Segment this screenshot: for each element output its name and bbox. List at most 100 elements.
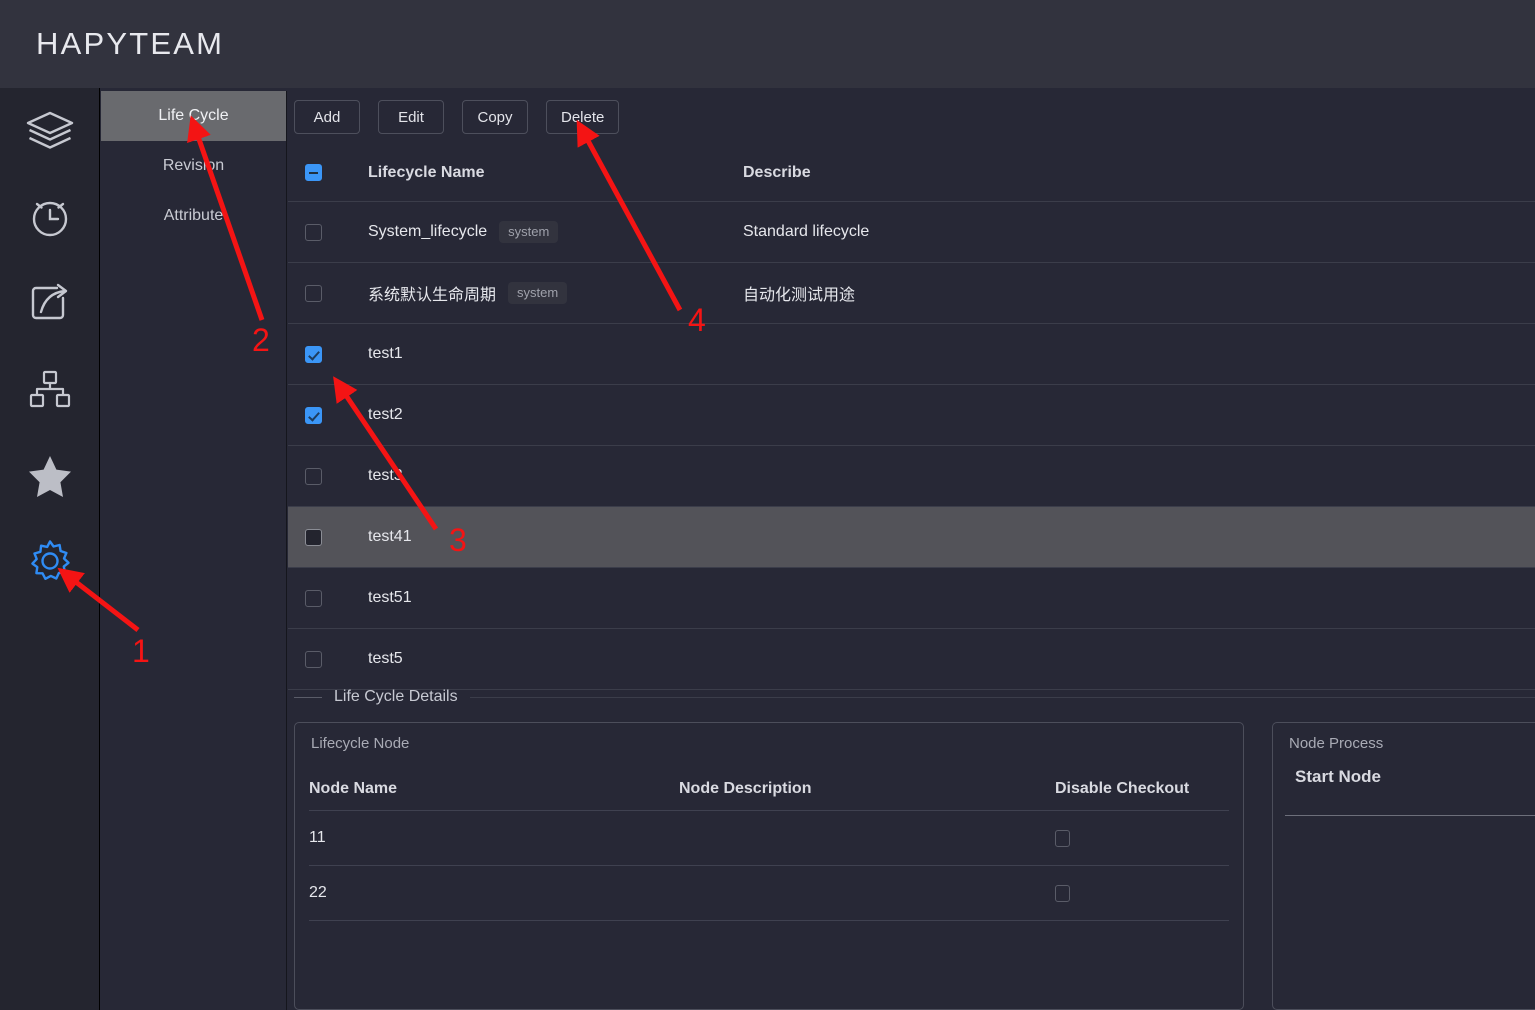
row-checkbox-cell bbox=[288, 345, 368, 363]
lifecycle-table: Lifecycle Name Describe System_lifecycle… bbox=[288, 144, 1535, 690]
node-process-panel: Node Process Start Node bbox=[1272, 722, 1535, 1010]
lifecycle-node-caption: Lifecycle Node bbox=[311, 735, 410, 752]
delete-button[interactable]: Delete bbox=[546, 100, 620, 134]
row-checkbox-test3[interactable] bbox=[305, 467, 322, 485]
table-row[interactable]: test3 bbox=[288, 446, 1535, 507]
lifecycle-toolbar: Add Edit Copy Delete bbox=[294, 100, 620, 134]
sitemap-icon bbox=[27, 367, 73, 411]
node-table-row[interactable]: 22 bbox=[309, 866, 1229, 921]
rail-item-history[interactable] bbox=[0, 174, 100, 260]
system-tag: system bbox=[499, 220, 559, 244]
node-table-row[interactable]: 11 bbox=[309, 811, 1229, 866]
lifecycle-name-text: test1 bbox=[368, 345, 403, 362]
lifecycle-name-text: test41 bbox=[368, 528, 412, 545]
subnav-label-attribute: Attribute bbox=[163, 207, 224, 224]
cell-node-name: 22 bbox=[309, 884, 327, 901]
table-row[interactable]: test2 bbox=[288, 385, 1535, 446]
rail-item-layers[interactable] bbox=[0, 88, 100, 174]
clock-icon bbox=[27, 194, 73, 240]
rail-item-favorites[interactable] bbox=[0, 432, 100, 518]
left-icon-rail bbox=[0, 88, 100, 1010]
row-checkbox-cell bbox=[288, 284, 368, 302]
annotation-label-4: 4 bbox=[688, 302, 706, 338]
table-row[interactable]: test51 bbox=[288, 568, 1535, 629]
row-checkbox-test5[interactable] bbox=[305, 650, 322, 668]
edit-button[interactable]: Edit bbox=[378, 100, 444, 134]
gear-icon bbox=[26, 537, 74, 585]
row-checkbox-system-lifecycle[interactable] bbox=[305, 223, 322, 241]
header-checkbox-cell bbox=[288, 164, 368, 181]
lifecycle-name-text: test5 bbox=[368, 650, 403, 667]
legend-rule bbox=[469, 696, 1535, 698]
subnav-item-revision[interactable]: Revision bbox=[101, 141, 286, 191]
rail-item-settings[interactable] bbox=[0, 518, 100, 604]
row-checkbox-test2[interactable] bbox=[305, 406, 322, 424]
table-header-row: Lifecycle Name Describe bbox=[288, 144, 1535, 202]
lifecycle-name-text: System_lifecycle bbox=[368, 222, 488, 240]
cell-disable-checkout bbox=[1051, 829, 1229, 847]
column-header-disable-checkout: Disable Checkout bbox=[1055, 779, 1190, 797]
cell-lifecycle-name: System_lifecycle system bbox=[368, 220, 743, 244]
lifecycle-name-text: test2 bbox=[368, 406, 403, 423]
row-checkbox-default-lifecycle[interactable] bbox=[305, 284, 322, 302]
app-root: HAPYTEAM Life Cycle Revision Attribute A… bbox=[0, 0, 1535, 1010]
subnav-item-life-cycle[interactable]: Life Cycle bbox=[101, 91, 286, 141]
legend-dash bbox=[294, 696, 322, 698]
cell-lifecycle-name: test41 bbox=[368, 528, 743, 546]
life-cycle-details-section: Life Cycle Details Lifecycle Node Node N… bbox=[288, 680, 1535, 1010]
cell-disable-checkout bbox=[1051, 884, 1229, 902]
row-checkbox-test41[interactable] bbox=[305, 528, 322, 546]
row-checkbox-test51[interactable] bbox=[305, 589, 322, 607]
lifecycle-node-panel: Lifecycle Node Node Name Node Descriptio… bbox=[294, 722, 1244, 1010]
subnav-label-revision: Revision bbox=[162, 157, 225, 174]
column-header-node-name: Node Name bbox=[309, 779, 398, 797]
table-row[interactable]: System_lifecycle system Standard lifecyc… bbox=[288, 202, 1535, 263]
subnav-label-life-cycle: Life Cycle bbox=[158, 107, 229, 124]
lifecycle-node-table: Node Name Node Description Disable Check… bbox=[309, 767, 1229, 921]
row-checkbox-cell bbox=[288, 528, 368, 546]
node-process-divider bbox=[1285, 815, 1535, 816]
cell-lifecycle-name: test1 bbox=[368, 345, 743, 363]
cell-describe: 自动化测试用途 bbox=[743, 287, 856, 304]
rail-item-structure[interactable] bbox=[0, 346, 100, 432]
row-checkbox-cell bbox=[288, 650, 368, 668]
lifecycle-name-text: test3 bbox=[368, 467, 403, 484]
table-row[interactable]: test1 bbox=[288, 324, 1535, 385]
lifecycle-name-text: test51 bbox=[368, 589, 412, 606]
cell-lifecycle-name: test51 bbox=[368, 589, 743, 607]
disable-checkout-checkbox-22[interactable] bbox=[1055, 884, 1070, 902]
select-all-checkbox[interactable] bbox=[305, 164, 322, 181]
column-header-describe: Describe bbox=[743, 163, 811, 181]
details-legend-label: Life Cycle Details bbox=[334, 688, 458, 705]
node-table-header-row: Node Name Node Description Disable Check… bbox=[309, 767, 1229, 811]
app-brand-title: HAPYTEAM bbox=[36, 26, 225, 61]
annotation-label-3: 3 bbox=[449, 522, 467, 558]
column-header-start-node: Start Node bbox=[1295, 767, 1381, 786]
secondary-nav: Life Cycle Revision Attribute bbox=[101, 91, 287, 1010]
layers-icon bbox=[25, 109, 75, 153]
disable-checkout-checkbox-11[interactable] bbox=[1055, 829, 1070, 847]
node-process-caption: Node Process bbox=[1289, 735, 1384, 752]
table-row[interactable]: 系统默认生命周期 system 自动化测试用途 bbox=[288, 263, 1535, 324]
system-tag: system bbox=[508, 281, 568, 305]
table-row-selected[interactable]: test41 bbox=[288, 507, 1535, 568]
column-header-node-description: Node Description bbox=[679, 779, 812, 797]
cell-lifecycle-name: test2 bbox=[368, 406, 743, 424]
row-checkbox-cell bbox=[288, 589, 368, 607]
column-header-lifecycle-name: Lifecycle Name bbox=[368, 163, 485, 181]
row-checkbox-cell bbox=[288, 406, 368, 424]
lifecycle-name-text: 系统默认生命周期 bbox=[368, 287, 497, 304]
copy-button[interactable]: Copy bbox=[462, 100, 528, 134]
cell-lifecycle-name: test3 bbox=[368, 467, 743, 485]
cell-describe: Standard lifecycle bbox=[743, 223, 870, 240]
subnav-item-attribute[interactable]: Attribute bbox=[101, 191, 286, 241]
rail-item-share[interactable] bbox=[0, 260, 100, 346]
cell-lifecycle-name: 系统默认生命周期 system bbox=[368, 281, 743, 305]
top-header-bar: HAPYTEAM bbox=[0, 0, 1535, 88]
main-content: Add Edit Copy Delete Lifecycle Name Desc… bbox=[288, 88, 1535, 1010]
add-button[interactable]: Add bbox=[294, 100, 360, 134]
row-checkbox-test1[interactable] bbox=[305, 345, 322, 363]
details-legend: Life Cycle Details bbox=[288, 680, 1535, 714]
row-checkbox-cell bbox=[288, 223, 368, 241]
annotation-label-1: 1 bbox=[132, 633, 150, 669]
